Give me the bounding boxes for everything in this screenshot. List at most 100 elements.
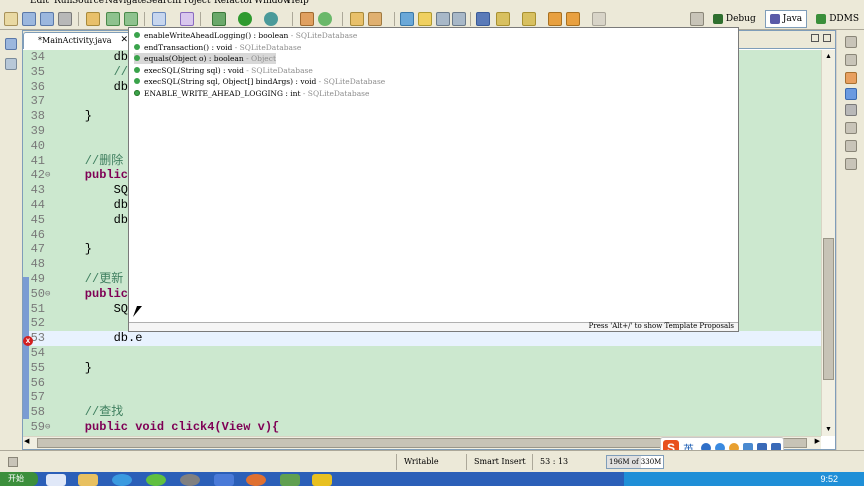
toolbar-separator [342,12,343,26]
start-button[interactable]: 开始 [0,472,38,486]
pin-icon[interactable] [476,12,490,26]
block-selection-icon[interactable] [436,12,450,26]
package-explorer-icon[interactable] [5,38,17,50]
code-line[interactable]: 54 [23,346,821,361]
menu-item[interactable]: Edit [30,0,49,6]
back-icon[interactable] [566,12,580,26]
scroll-thumb[interactable] [823,238,834,380]
code-line[interactable]: 56 [23,376,821,391]
maximize-icon[interactable] [823,34,831,42]
console-icon[interactable] [845,104,857,116]
proposal-item[interactable]: equals(Object o) : boolean - Object [134,53,276,64]
restore-icon[interactable] [845,36,857,48]
avd-manager-icon[interactable] [124,12,138,26]
forward-icon[interactable] [592,12,606,26]
line-text: //[ [56,64,136,79]
perspective-switcher: Debug Java DDMS [689,10,864,28]
android-sdk-icon[interactable] [106,12,120,26]
fold-toggle-icon[interactable]: ⊖ [45,420,53,435]
javadoc-icon[interactable] [845,140,857,152]
heap-status[interactable]: 196M of 330M [606,455,664,469]
explorer-icon[interactable] [78,474,98,486]
save-icon[interactable] [22,12,36,26]
scroll-right-icon[interactable]: ▶ [815,437,820,445]
menu-item[interactable]: Project [178,0,211,6]
code-line[interactable]: 55 } [23,361,821,376]
proposal-item[interactable]: endTransaction() : void - SQLiteDatabase [134,42,301,53]
next-annotation-icon[interactable] [496,12,510,26]
print-icon[interactable] [58,12,72,26]
qq-icon[interactable] [146,474,166,486]
outline-icon[interactable] [845,72,857,84]
search-icon[interactable] [368,12,382,26]
eclipse-icon[interactable] [280,474,300,486]
show-desktop-icon[interactable] [46,474,66,486]
proposal-item[interactable]: enableWriteAheadLogging() : boolean - SQ… [134,30,357,41]
tab-label: *MainActivity.java [38,36,112,45]
status-separator [532,454,533,470]
perspective-ddms[interactable]: DDMS [811,10,864,28]
scroll-down-icon[interactable]: ▼ [823,424,834,435]
open-type-icon[interactable] [350,12,364,26]
menu-item[interactable]: Window [254,0,291,6]
save-all-icon[interactable] [40,12,54,26]
code-line[interactable]: 53 db.e [23,331,821,347]
overview-ruler: x [23,50,33,436]
run-icon[interactable] [238,12,252,26]
close-icon[interactable]: ✕ [120,35,128,45]
external-tools-icon[interactable] [264,12,278,26]
new-java-class-icon[interactable] [318,12,332,26]
perspective-debug[interactable]: Debug [708,10,761,28]
clock[interactable]: 9:52 [820,472,838,486]
open-folder-icon[interactable] [86,12,100,26]
menu-item[interactable]: Source [72,0,104,6]
code-line[interactable]: 57 [23,390,821,405]
menu-item[interactable]: Refactor [214,0,253,6]
vertical-scrollbar[interactable]: ▲ ▼ [821,50,835,436]
problems-icon[interactable] [845,122,857,134]
toolbar-separator [470,12,471,26]
proposal-owner: - SQLiteDatabase [300,88,370,98]
new-android-icon[interactable] [180,12,194,26]
show-whitespace-icon[interactable] [452,12,466,26]
proposal-item[interactable]: execSQL(String sql, Object[] bindArgs) :… [134,76,385,87]
declaration-icon[interactable] [845,158,857,170]
toggle-mark-occurrences-icon[interactable] [400,12,414,26]
proposal-item[interactable]: execSQL(String sql) : void - SQLiteDatab… [134,65,313,76]
menu-item[interactable]: Search [146,0,178,6]
code-line[interactable]: 59 ⊖ public void click4(View v){ [23,420,821,435]
perspective-java[interactable]: Java [764,10,808,28]
public-method-icon [134,66,140,73]
proposal-signature: enableWriteAheadLogging() : boolean [144,31,289,40]
scroll-left-icon[interactable]: ◀ [24,437,29,445]
fold-toggle-icon[interactable]: ⊖ [45,168,53,183]
scroll-up-icon[interactable]: ▲ [823,51,834,62]
previous-annotation-icon[interactable] [522,12,536,26]
task-list-icon[interactable] [845,88,857,100]
line-text: public void click4(View v){ [56,420,280,434]
tab-main-activity[interactable]: *MainActivity.java ✕ [23,32,131,49]
hierarchy-icon[interactable] [5,58,17,70]
lint-icon[interactable] [152,12,166,26]
browser-icon[interactable] [112,474,132,486]
new-icon[interactable] [4,12,18,26]
minimize-icon[interactable] [811,34,819,42]
fold-toggle-icon[interactable]: ⊖ [45,287,53,302]
maximize-view-icon[interactable] [845,54,857,66]
menu-item[interactable]: Run [54,0,72,6]
menu-item[interactable]: Navigate [105,0,146,6]
highlight-icon[interactable] [418,12,432,26]
proposal-item[interactable]: ENABLE_WRITE_AHEAD_LOGGING : int - SQLit… [134,88,369,99]
debug-icon[interactable] [212,12,226,26]
app-icon[interactable] [214,474,234,486]
app-icon[interactable] [312,474,332,486]
code-line[interactable]: 58 //查找 [23,405,821,420]
error-icon[interactable]: x [23,336,33,346]
menu-item[interactable]: Help [287,0,309,6]
new-java-package-icon[interactable] [300,12,314,26]
fast-view-icon[interactable] [8,457,18,467]
last-edit-location-icon[interactable] [548,12,562,26]
open-perspective-icon[interactable] [689,12,704,26]
app-icon[interactable] [180,474,200,486]
app-icon[interactable] [246,474,266,486]
